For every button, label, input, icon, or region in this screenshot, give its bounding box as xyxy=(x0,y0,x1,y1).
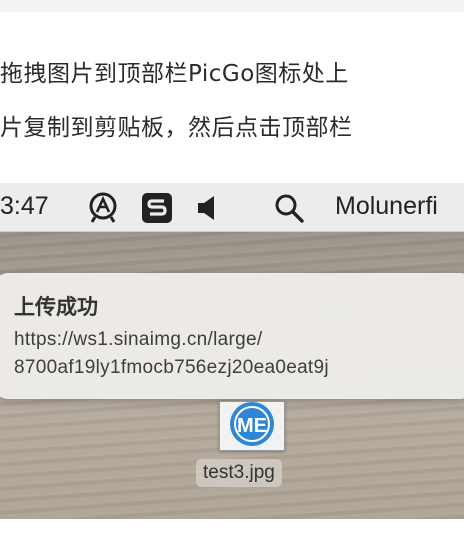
notification-title: 上传成功 xyxy=(14,295,98,319)
file-icon-glyph: ME xyxy=(237,415,267,437)
page-top-strip xyxy=(0,0,464,12)
article-text-line-2: 片复制到剪贴板，然后点击顶部栏 xyxy=(0,115,353,141)
image-file-icon[interactable]: ME xyxy=(219,401,285,451)
spotlight-search-icon[interactable] xyxy=(272,191,306,229)
notification-url-line-2: 8700af19ly1fmocb756ezj20ea0eat9j xyxy=(14,357,329,378)
article-text-line-1: 拖拽图片到顶部栏PicGo图标处上 xyxy=(0,61,349,87)
screenshot-image: 3:47 Molunerfi 上传成功 https://ws1.sinaimg.… xyxy=(0,183,464,519)
speaker-icon[interactable] xyxy=(196,191,220,229)
menubar-app-name[interactable]: Molunerfi xyxy=(335,192,438,221)
fontface-icon[interactable] xyxy=(86,191,120,229)
notification-url-line-1: https://ws1.sinaimg.cn/large/ xyxy=(14,329,263,350)
menubar-clock[interactable]: 3:47 xyxy=(0,192,49,221)
macos-menu-bar: 3:47 Molunerfi xyxy=(0,183,464,232)
file-name-label[interactable]: test3.jpg xyxy=(196,459,282,487)
s-logo-icon[interactable] xyxy=(140,191,174,229)
upload-success-notification[interactable]: 上传成功 https://ws1.sinaimg.cn/large/ 8700a… xyxy=(0,273,464,399)
